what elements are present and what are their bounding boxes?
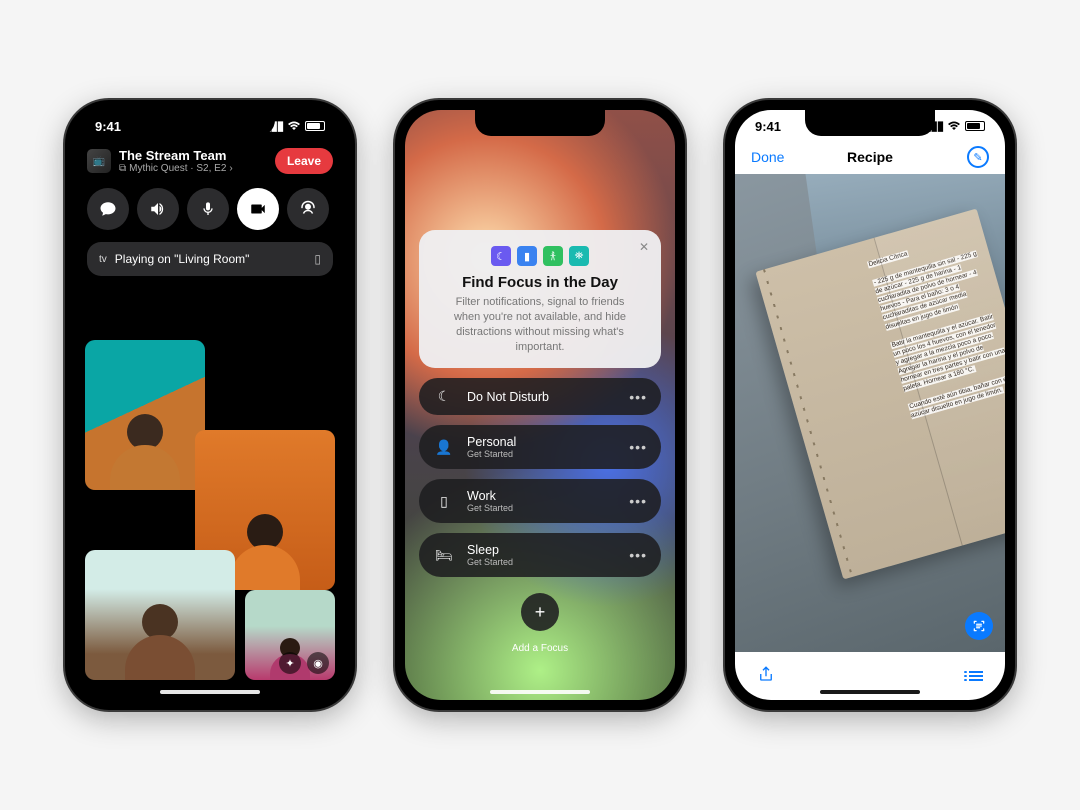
focus-card-title: Find Focus in the Day [435,274,645,291]
focus-item-sub: Get Started [467,557,617,567]
call-controls [75,182,345,236]
person-icon: 👤 [433,439,455,456]
close-icon[interactable]: ✕ [639,240,649,254]
bed-icon: 🛏 [433,547,455,564]
participant-tile[interactable] [85,340,205,490]
wifi-icon [947,119,961,134]
call-title: The Stream Team [119,148,267,163]
focus-card-description: Filter notifications, signal to friends … [435,295,645,354]
list-button[interactable] [969,671,983,681]
mute-button[interactable] [187,188,229,230]
recipe-title-text: Delicia Cítrica [867,250,909,268]
status-bar: 9:41 ▮▮▮▮ [735,114,1005,138]
moon-icon: ☾ [433,388,455,405]
share-button[interactable] [757,664,775,689]
airplay-text: Playing on "Living Room" [115,252,250,266]
focus-item-sub: Get Started [467,503,617,513]
tv-icon: ⧉ [119,163,126,174]
bed-icon: ⛯ [569,246,589,266]
effects-button[interactable]: ✦ [279,652,301,674]
nav-bar: Done Recipe ✎ [735,140,1005,174]
remote-icon: ▯ [314,252,321,266]
shutter-button[interactable]: ◉ [307,652,329,674]
focus-icon-row: ☾ ▮ 𐀪 ⛯ [435,246,645,266]
photo-view[interactable]: Delicia Cítrica - 225 g de mantequilla s… [735,174,1005,652]
call-subtitle: ⧉ Mythic Quest · S2, E2 › [119,163,267,174]
speaker-button[interactable] [137,188,179,230]
notebook: Delicia Cítrica - 225 g de mantequilla s… [755,208,1005,579]
status-time: 9:41 [95,119,121,134]
battery-icon [965,121,985,131]
focus-item-label: Do Not Disturb [467,390,617,404]
home-indicator[interactable] [820,690,920,694]
status-time: 9:41 [755,119,781,134]
phone-livetext: 9:41 ▮▮▮▮ Done Recipe ✎ Delicia Cítrica … [725,100,1015,710]
recipe-finish-text: Cuando esté aún tibia, bañar con el azúc… [908,376,1005,420]
focus-item-label: Sleep [467,543,617,557]
signal-icon: ▮▮▮▮ [258,118,283,134]
self-tile[interactable]: ✦ ◉ [245,590,335,680]
briefcase-icon: ▯ [433,493,455,510]
more-icon[interactable]: ••• [629,439,647,455]
phone-facetime: 9:41 ▮▮▮▮ 📺 The Stream Team ⧉ Mythic Que… [65,100,355,710]
focus-item-sub: Get Started [467,449,617,459]
camera-button[interactable] [237,188,279,230]
add-focus-label: Add a Focus [419,643,661,654]
shareplay-button[interactable] [287,188,329,230]
more-icon[interactable]: ••• [629,547,647,563]
focus-item-sleep[interactable]: 🛏 Sleep Get Started ••• [419,533,661,577]
phone-focus: ✕ ☾ ▮ 𐀪 ⛯ Find Focus in the Day Filter n… [395,100,685,710]
app-thumbnail-icon: 📺 [87,149,111,173]
more-icon[interactable]: ••• [629,493,647,509]
markup-button[interactable]: ✎ [967,146,989,168]
participant-tile[interactable] [85,550,235,680]
signal-icon: ▮▮▮▮ [918,118,943,134]
nav-title: Recipe [847,149,893,165]
messages-button[interactable] [87,188,129,230]
airplay-bar[interactable]: tv Playing on "Living Room" ▯ [87,242,333,276]
more-icon[interactable]: ••• [629,389,647,405]
focus-item-label: Personal [467,435,617,449]
moon-icon: ☾ [491,246,511,266]
focus-item-work[interactable]: ▯ Work Get Started ••• [419,479,661,523]
focus-intro-card: ✕ ☾ ▮ 𐀪 ⛯ Find Focus in the Day Filter n… [419,230,661,368]
running-icon: 𐀪 [543,246,563,266]
recognized-text[interactable]: Delicia Cítrica - 225 g de mantequilla s… [867,230,1005,430]
home-indicator[interactable] [160,690,260,694]
home-indicator[interactable] [490,690,590,694]
focus-item-label: Work [467,489,617,503]
chevron-right-icon: › [229,163,232,174]
appletv-icon: tv [99,254,107,265]
focus-item-dnd[interactable]: ☾ Do Not Disturb ••• [419,378,661,415]
wifi-icon [287,119,301,134]
add-focus-button[interactable]: + [521,593,559,631]
done-button[interactable]: Done [751,149,784,165]
recipe-method-text: Batir la mantequilla y el azúcar. Batir … [890,313,1005,393]
participants-grid: ✦ ◉ [85,340,335,680]
recipe-ingredients-text: - 225 g de mantequilla sin sal - 225 g d… [872,250,978,330]
status-bar: 9:41 ▮▮▮▮ [75,114,345,138]
leave-button[interactable]: Leave [275,148,333,174]
book-icon: ▮ [517,246,537,266]
livetext-button[interactable] [965,612,993,640]
battery-icon [305,121,325,131]
focus-item-personal[interactable]: 👤 Personal Get Started ••• [419,425,661,469]
call-header: 📺 The Stream Team ⧉ Mythic Quest · S2, E… [75,140,345,182]
